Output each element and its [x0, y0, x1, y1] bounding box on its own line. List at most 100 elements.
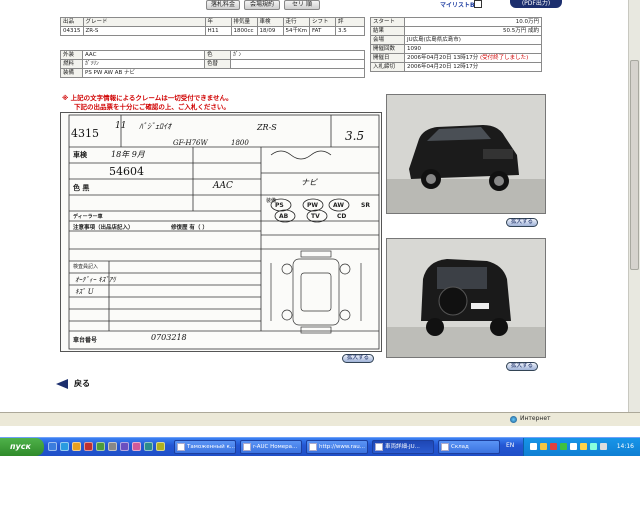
- auction-date: 2006年04月20日 13時17分: [407, 55, 479, 61]
- task-label: Склад: [451, 444, 469, 450]
- spec-value: 54千Km: [282, 26, 310, 36]
- scrollbar-thumb[interactable]: [630, 60, 639, 270]
- my-list-checkbox[interactable]: [474, 0, 482, 8]
- price-value: 50.5万円 成約: [404, 26, 542, 36]
- equip-aw: AW: [333, 202, 344, 209]
- clock[interactable]: 14:16: [617, 443, 634, 450]
- fees-button[interactable]: 落札料金: [206, 0, 240, 10]
- quicklaunch-app2-icon[interactable]: [96, 442, 105, 451]
- price-table: スタート 10.0万円 結果 50.5万円 成約 会場 JU広島(広島県広島市)…: [370, 17, 542, 72]
- car-photo-rear[interactable]: [386, 238, 546, 358]
- tray-icon[interactable]: [540, 443, 547, 450]
- equip-ab: AB: [279, 213, 289, 220]
- tray-icon[interactable]: [550, 443, 557, 450]
- recolor-label: 色替: [204, 59, 231, 69]
- quicklaunch-app3-icon[interactable]: [108, 442, 117, 451]
- price-label: スタート: [370, 17, 405, 27]
- equipment-label: 装備: [60, 68, 83, 78]
- spec-value: H11: [204, 26, 232, 36]
- equip-tv: TV: [311, 213, 320, 220]
- price-value: JU広島(広島県広島市): [404, 35, 542, 45]
- task-button[interactable]: Склад: [438, 440, 500, 454]
- zoom-front-photo-button[interactable]: 拡大する: [506, 218, 539, 227]
- spec-value: ZR-S: [82, 26, 206, 36]
- quicklaunch-folder-icon[interactable]: [72, 442, 81, 451]
- spec-value: 18/09: [256, 26, 284, 36]
- ie-icon: [309, 443, 317, 451]
- warning-line: 下記の出品票を十分にご確認の上、ご入札ください。: [74, 103, 230, 111]
- back-label: 戻る: [74, 379, 90, 388]
- spec-header: 車検: [256, 17, 284, 27]
- color-label: 色 黒: [73, 184, 90, 192]
- quicklaunch-app7-icon[interactable]: [156, 442, 165, 451]
- security-zone: Интернет: [520, 415, 551, 422]
- inspection-sheet-image[interactable]: 4315 11 ﾊﾟｼﾞｪﾛｲｵ ZR-S 3.5 GF-H76W 1800 車…: [60, 112, 382, 352]
- dealer-label: ディーラー車: [73, 214, 103, 220]
- chassis-hand: 0703218: [151, 333, 187, 342]
- task-button[interactable]: Таможенный к...: [174, 440, 236, 454]
- browser-content: 落札料金 会場規約 セリ 順 マイリストB (PDF出力) 出品 グレード 年 …: [0, 0, 628, 412]
- price-value: 10.0万円: [404, 17, 542, 27]
- quicklaunch-app4-icon[interactable]: [120, 442, 129, 451]
- window-icon: [243, 443, 251, 451]
- quicklaunch-ie-icon[interactable]: [60, 442, 69, 451]
- pdf-output-button[interactable]: (PDF出力): [510, 0, 562, 8]
- tray-icon[interactable]: [530, 443, 537, 450]
- spec-value: 3.5: [334, 26, 366, 36]
- start-button[interactable]: пуск: [0, 438, 44, 456]
- car-rear-icon: [387, 239, 545, 357]
- gap: [0, 426, 640, 437]
- spec-header: 年: [204, 17, 232, 27]
- price-label: 会場: [370, 35, 405, 45]
- window-icon: [177, 443, 185, 451]
- zoom-sheet-button[interactable]: 拡大する: [342, 354, 375, 363]
- price-label: 開催日: [370, 53, 405, 63]
- equip-ps: PS: [275, 202, 284, 209]
- car-diagram: [270, 250, 362, 334]
- spec-value: FAT: [308, 26, 336, 36]
- tray-icon[interactable]: [570, 443, 577, 450]
- tray-icon[interactable]: [590, 443, 597, 450]
- spec-value: 1800cc: [230, 26, 258, 36]
- fuel-label: 燃料: [60, 59, 83, 69]
- spec-header: 排気量: [230, 17, 258, 27]
- inspection-label: 車検: [73, 151, 87, 159]
- price-label: 入札締切: [370, 62, 405, 72]
- globe-icon: [510, 416, 517, 423]
- speaker-icon[interactable]: [600, 443, 607, 450]
- auction-order-button[interactable]: セリ 順: [284, 0, 320, 10]
- car-photo-front[interactable]: [386, 94, 546, 214]
- vertical-scrollbar[interactable]: [628, 0, 640, 412]
- displacement-hand: 1800: [231, 139, 249, 147]
- ie-icon: [375, 443, 383, 451]
- color-code-hand: AAC: [213, 181, 233, 191]
- quicklaunch-app5-icon[interactable]: [132, 442, 141, 451]
- note-hand: ｵｰﾃﾞｨｰ ｷｽﾞｱﾘ: [75, 276, 116, 284]
- recolor-value: [230, 59, 365, 69]
- zoom-rear-photo-button[interactable]: 拡大する: [506, 362, 539, 371]
- quicklaunch-app-icon[interactable]: [84, 442, 93, 451]
- status-bar: Интернет: [0, 412, 640, 426]
- my-list-link[interactable]: マイリストB: [440, 0, 475, 9]
- nav-hand: ナビ: [301, 178, 317, 187]
- task-label: r-AUC Номера...: [253, 444, 298, 450]
- tray-icon[interactable]: [580, 443, 587, 450]
- repair-history-label: 修復歴 有（ ）: [171, 225, 208, 231]
- back-link[interactable]: 戻る: [56, 378, 90, 389]
- spec-header: グレード: [82, 17, 206, 27]
- task-label: http://www.rau...: [319, 444, 365, 450]
- window-icon: [441, 443, 449, 451]
- venue-rules-button[interactable]: 会場規約: [244, 0, 280, 10]
- task-button[interactable]: r-AUC Номера...: [240, 440, 302, 454]
- task-label: Таможенный к...: [187, 444, 236, 450]
- task-button-active[interactable]: 車両詳細-JU...: [372, 440, 434, 454]
- quicklaunch-app6-icon[interactable]: [144, 442, 153, 451]
- language-indicator[interactable]: EN: [506, 442, 514, 449]
- task-button[interactable]: http://www.rau...: [306, 440, 368, 454]
- car-name: ﾊﾟｼﾞｪﾛｲｵ: [139, 122, 171, 131]
- price-value: 1090: [404, 44, 542, 54]
- color-label: 外装: [60, 50, 83, 60]
- quicklaunch-desktop-icon[interactable]: [48, 442, 57, 451]
- spec-value: 04315: [60, 26, 84, 36]
- tray-icon[interactable]: [560, 443, 567, 450]
